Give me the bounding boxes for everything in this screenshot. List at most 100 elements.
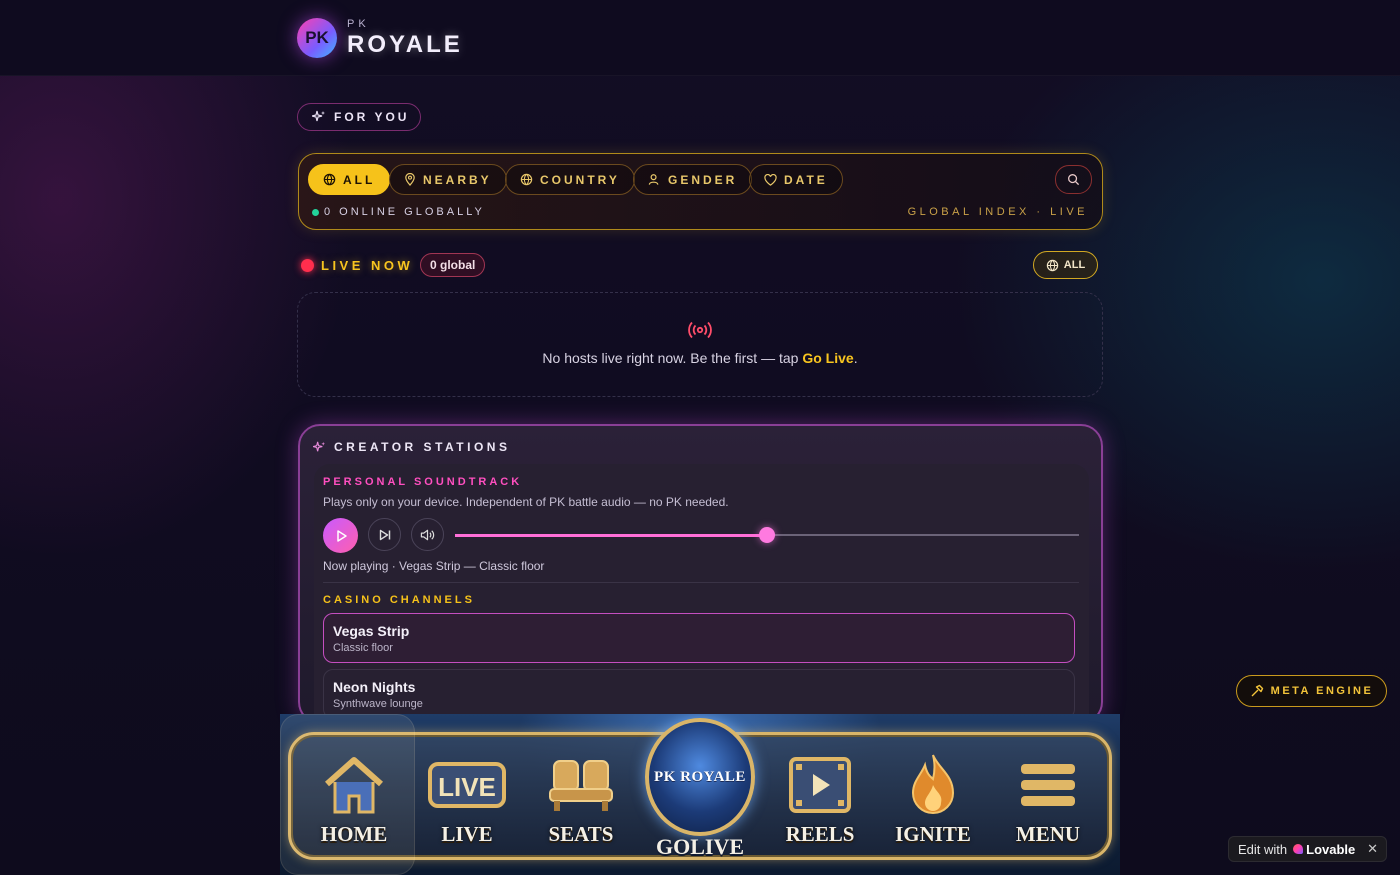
- nav-label: HOME: [320, 822, 388, 846]
- empty-message-text: No hosts live right now. Be the first — …: [542, 350, 803, 366]
- now-playing-text: Now playing · Vegas Strip — Classic floo…: [323, 559, 545, 573]
- channel-item-vegas-strip[interactable]: Vegas Strip Classic floor: [323, 613, 1075, 663]
- top-bar: PK PK ROYALE: [0, 0, 1400, 76]
- skip-button[interactable]: [368, 518, 401, 551]
- home-icon: [325, 757, 383, 814]
- volume-button[interactable]: [411, 518, 444, 551]
- nav-label: MENU: [1015, 822, 1081, 846]
- soundtrack-description: Plays only on your device. Independent o…: [323, 495, 729, 509]
- live-count-badge: 0 global: [420, 253, 486, 277]
- nav-item-seats[interactable]: SEATS: [526, 750, 636, 847]
- lovable-brand-label: Lovable: [1306, 841, 1356, 857]
- live-scope-button[interactable]: ALL: [1033, 251, 1098, 279]
- for-you-label: FOR YOU: [334, 110, 410, 124]
- volume-slider[interactable]: [455, 527, 1079, 543]
- filter-chip-label: COUNTRY: [540, 172, 620, 187]
- nav-item-live[interactable]: LIVE LIVE: [412, 750, 522, 847]
- svg-text:LIVE: LIVE: [438, 772, 496, 802]
- nav-item-ignite[interactable]: IGNITE: [878, 750, 988, 847]
- channel-item-neon-nights[interactable]: Neon Nights Synthwave lounge: [323, 669, 1075, 719]
- lovable-heart-icon: [1293, 844, 1304, 854]
- meta-engine-label: META ENGINE: [1270, 685, 1374, 697]
- volume-slider-fill: [455, 534, 767, 537]
- soundtrack-panel: PERSONAL SOUNDTRACK Plays only on your d…: [314, 464, 1089, 722]
- global-index-label: GLOBAL INDEX · LIVE: [907, 206, 1088, 218]
- filter-chip-label: ALL: [343, 172, 376, 187]
- go-live-link[interactable]: Go Live: [802, 350, 853, 366]
- go-live-button[interactable]: PK ROYALE GOLIVE: [640, 714, 760, 875]
- go-live-label: GOLIVE: [655, 834, 745, 859]
- play-icon: [336, 529, 347, 542]
- for-you-tab[interactable]: FOR YOU: [297, 103, 421, 131]
- brand-title: ROYALE: [347, 31, 463, 58]
- sparkle-icon: [313, 441, 326, 451]
- pk-royale-emblem-icon: PK ROYALE: [645, 718, 755, 836]
- meta-engine-button[interactable]: META ENGINE: [1236, 675, 1387, 707]
- emblem-text: PK ROYALE: [654, 768, 746, 785]
- edit-with-lovable-badge[interactable]: Edit with Lovable ✕: [1228, 836, 1387, 862]
- filter-chip-label: GENDER: [668, 172, 738, 187]
- lovable-brand: Lovable: [1293, 842, 1355, 857]
- creator-stations-title: CREATOR STATIONS: [334, 440, 511, 454]
- filter-chip-country[interactable]: COUNTRY: [505, 164, 635, 195]
- soundtrack-title: PERSONAL SOUNDTRACK: [323, 476, 523, 488]
- nav-label: LIVE: [441, 822, 493, 846]
- channel-subtitle: Classic floor: [333, 642, 393, 654]
- reels-icon: [789, 757, 851, 813]
- volume-icon: [420, 529, 435, 540]
- search-icon: [1068, 174, 1080, 186]
- creator-stations-card: CREATOR STATIONS PERSONAL SOUNDTRACK Pla…: [298, 424, 1103, 724]
- volume-slider-handle[interactable]: [759, 527, 775, 543]
- filter-chip-label: DATE: [784, 172, 828, 187]
- pin-icon: [405, 173, 415, 186]
- brand-badge: PK: [297, 18, 337, 58]
- filter-chip-label: NEARBY: [423, 172, 492, 187]
- casino-channels-title: CASINO CHANNELS: [323, 594, 475, 606]
- play-button[interactable]: [323, 518, 358, 553]
- online-count: 0 ONLINE GLOBALLY: [312, 206, 485, 218]
- live-now-header: LIVE NOW 0 global ALL: [300, 251, 1098, 279]
- nav-item-home[interactable]: HOME: [299, 750, 409, 847]
- channel-subtitle: Synthwave lounge: [333, 698, 423, 710]
- brand-logo[interactable]: PK PK ROYALE: [297, 18, 463, 58]
- broadcast-icon: [688, 321, 712, 339]
- live-dot: [301, 259, 314, 272]
- users-icon: [648, 174, 659, 185]
- globe-icon: [323, 173, 336, 186]
- creator-stations-header: CREATOR STATIONS: [313, 440, 510, 454]
- globe-icon: [1046, 259, 1059, 271]
- filter-chip-gender[interactable]: GENDER: [633, 164, 753, 195]
- nav-label: REELS: [785, 822, 855, 846]
- brand-small-text: PK: [347, 18, 370, 30]
- nav-label: IGNITE: [895, 822, 971, 846]
- empty-message: No hosts live right now. Be the first — …: [298, 350, 1102, 366]
- online-dot: [312, 208, 319, 216]
- channel-name: Neon Nights: [333, 679, 416, 695]
- menu-icon: [1021, 764, 1075, 806]
- bottom-nav: HOME LIVE LIVE SEATS PK ROYALE GOLIVE RE…: [280, 714, 1120, 875]
- heart-icon: [764, 173, 777, 186]
- filter-panel: ALL NEARBY COUNTRY GENDER DATE 0 ONLINE …: [298, 153, 1103, 230]
- skip-forward-icon: [379, 529, 390, 540]
- hammer-icon: [1251, 684, 1263, 697]
- seats-icon: [549, 760, 613, 811]
- filter-chip-date[interactable]: DATE: [749, 164, 843, 195]
- live-empty-state: No hosts live right now. Be the first — …: [297, 292, 1103, 397]
- filter-chip-all[interactable]: ALL: [308, 164, 391, 195]
- online-text: 0 ONLINE GLOBALLY: [324, 206, 485, 218]
- live-icon: LIVE: [428, 762, 506, 808]
- search-button[interactable]: [1055, 165, 1092, 194]
- nav-item-menu[interactable]: MENU: [993, 750, 1103, 847]
- empty-message-end: .: [853, 350, 858, 366]
- live-now-title: LIVE NOW: [321, 258, 414, 273]
- live-scope-label: ALL: [1063, 259, 1086, 271]
- sparkle-icon: [312, 110, 325, 122]
- flame-icon: [911, 754, 955, 814]
- close-icon[interactable]: ✕: [1367, 841, 1378, 857]
- channel-name: Vegas Strip: [333, 623, 410, 639]
- nav-item-reels[interactable]: REELS: [765, 750, 875, 847]
- globe-icon: [520, 173, 533, 186]
- nav-label: SEATS: [548, 822, 614, 846]
- filter-chip-nearby[interactable]: NEARBY: [389, 164, 507, 195]
- edit-with-label: Edit with: [1238, 841, 1288, 857]
